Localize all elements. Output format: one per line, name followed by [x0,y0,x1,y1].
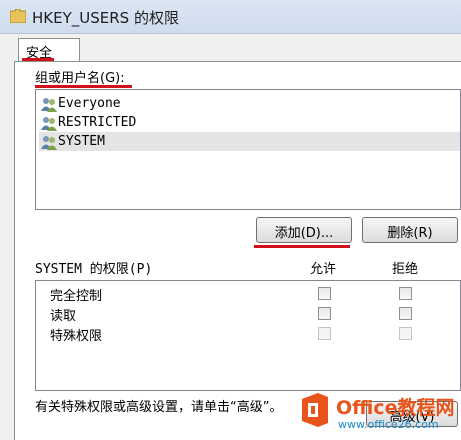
list-item-label: RESTRICTED [58,115,137,130]
permissions-list: 完全控制 读取 特殊权限 [35,280,461,391]
permission-row-full-control: 完全控制 [36,284,460,304]
list-item-label: Everyone [58,96,121,111]
users-icon [41,98,57,112]
list-item-everyone[interactable]: Everyone [39,94,460,113]
permission-row-read: 读取 [36,304,460,324]
list-item-label: SYSTEM [58,134,105,149]
watermark-title: Office教程网 [336,397,455,419]
remove-button-label: 删除(R) [387,226,433,241]
permission-name: 特殊权限 [50,329,103,344]
list-item-restricted[interactable]: RESTRICTED [39,113,460,132]
allow-checkbox[interactable] [318,327,331,340]
deny-checkbox[interactable] [399,287,412,300]
allow-header: 允许 [310,262,337,277]
users-icon [41,117,57,131]
group-label: 组或用户名(G): [35,71,125,86]
users-icon [41,136,57,150]
list-item-system[interactable]: SYSTEM [39,132,460,151]
window-title: HKEY_USERS 的权限 [32,9,179,27]
remove-button[interactable]: 删除(R) [362,217,458,243]
allow-checkbox[interactable] [318,307,331,320]
red-annotation-underline [35,85,132,88]
help-text: 有关特殊权限或高级设置，请单击“高级”。 [35,400,283,415]
permission-name: 完全控制 [50,289,103,304]
title-bar: HKEY_USERS 的权限 [0,0,461,34]
group-user-list[interactable]: Everyone RESTRICTED SYSTEM [35,89,461,210]
permission-row-special: 特殊权限 [36,324,460,344]
deny-checkbox[interactable] [399,327,412,340]
deny-header: 拒绝 [392,262,419,277]
allow-checkbox[interactable] [318,287,331,300]
add-button-label: 添加(D)... [274,226,334,241]
permission-name: 读取 [50,309,77,324]
watermark-url: www.office26.com [338,418,439,431]
red-annotation-underline [254,245,350,248]
watermark: Office教程网 www.office26.com [296,387,461,440]
deny-checkbox[interactable] [399,307,412,320]
permissions-label: SYSTEM 的权限(P) [35,262,153,277]
folder-icon [10,9,26,23]
office-logo-icon [302,393,328,427]
add-button[interactable]: 添加(D)... [256,217,352,243]
